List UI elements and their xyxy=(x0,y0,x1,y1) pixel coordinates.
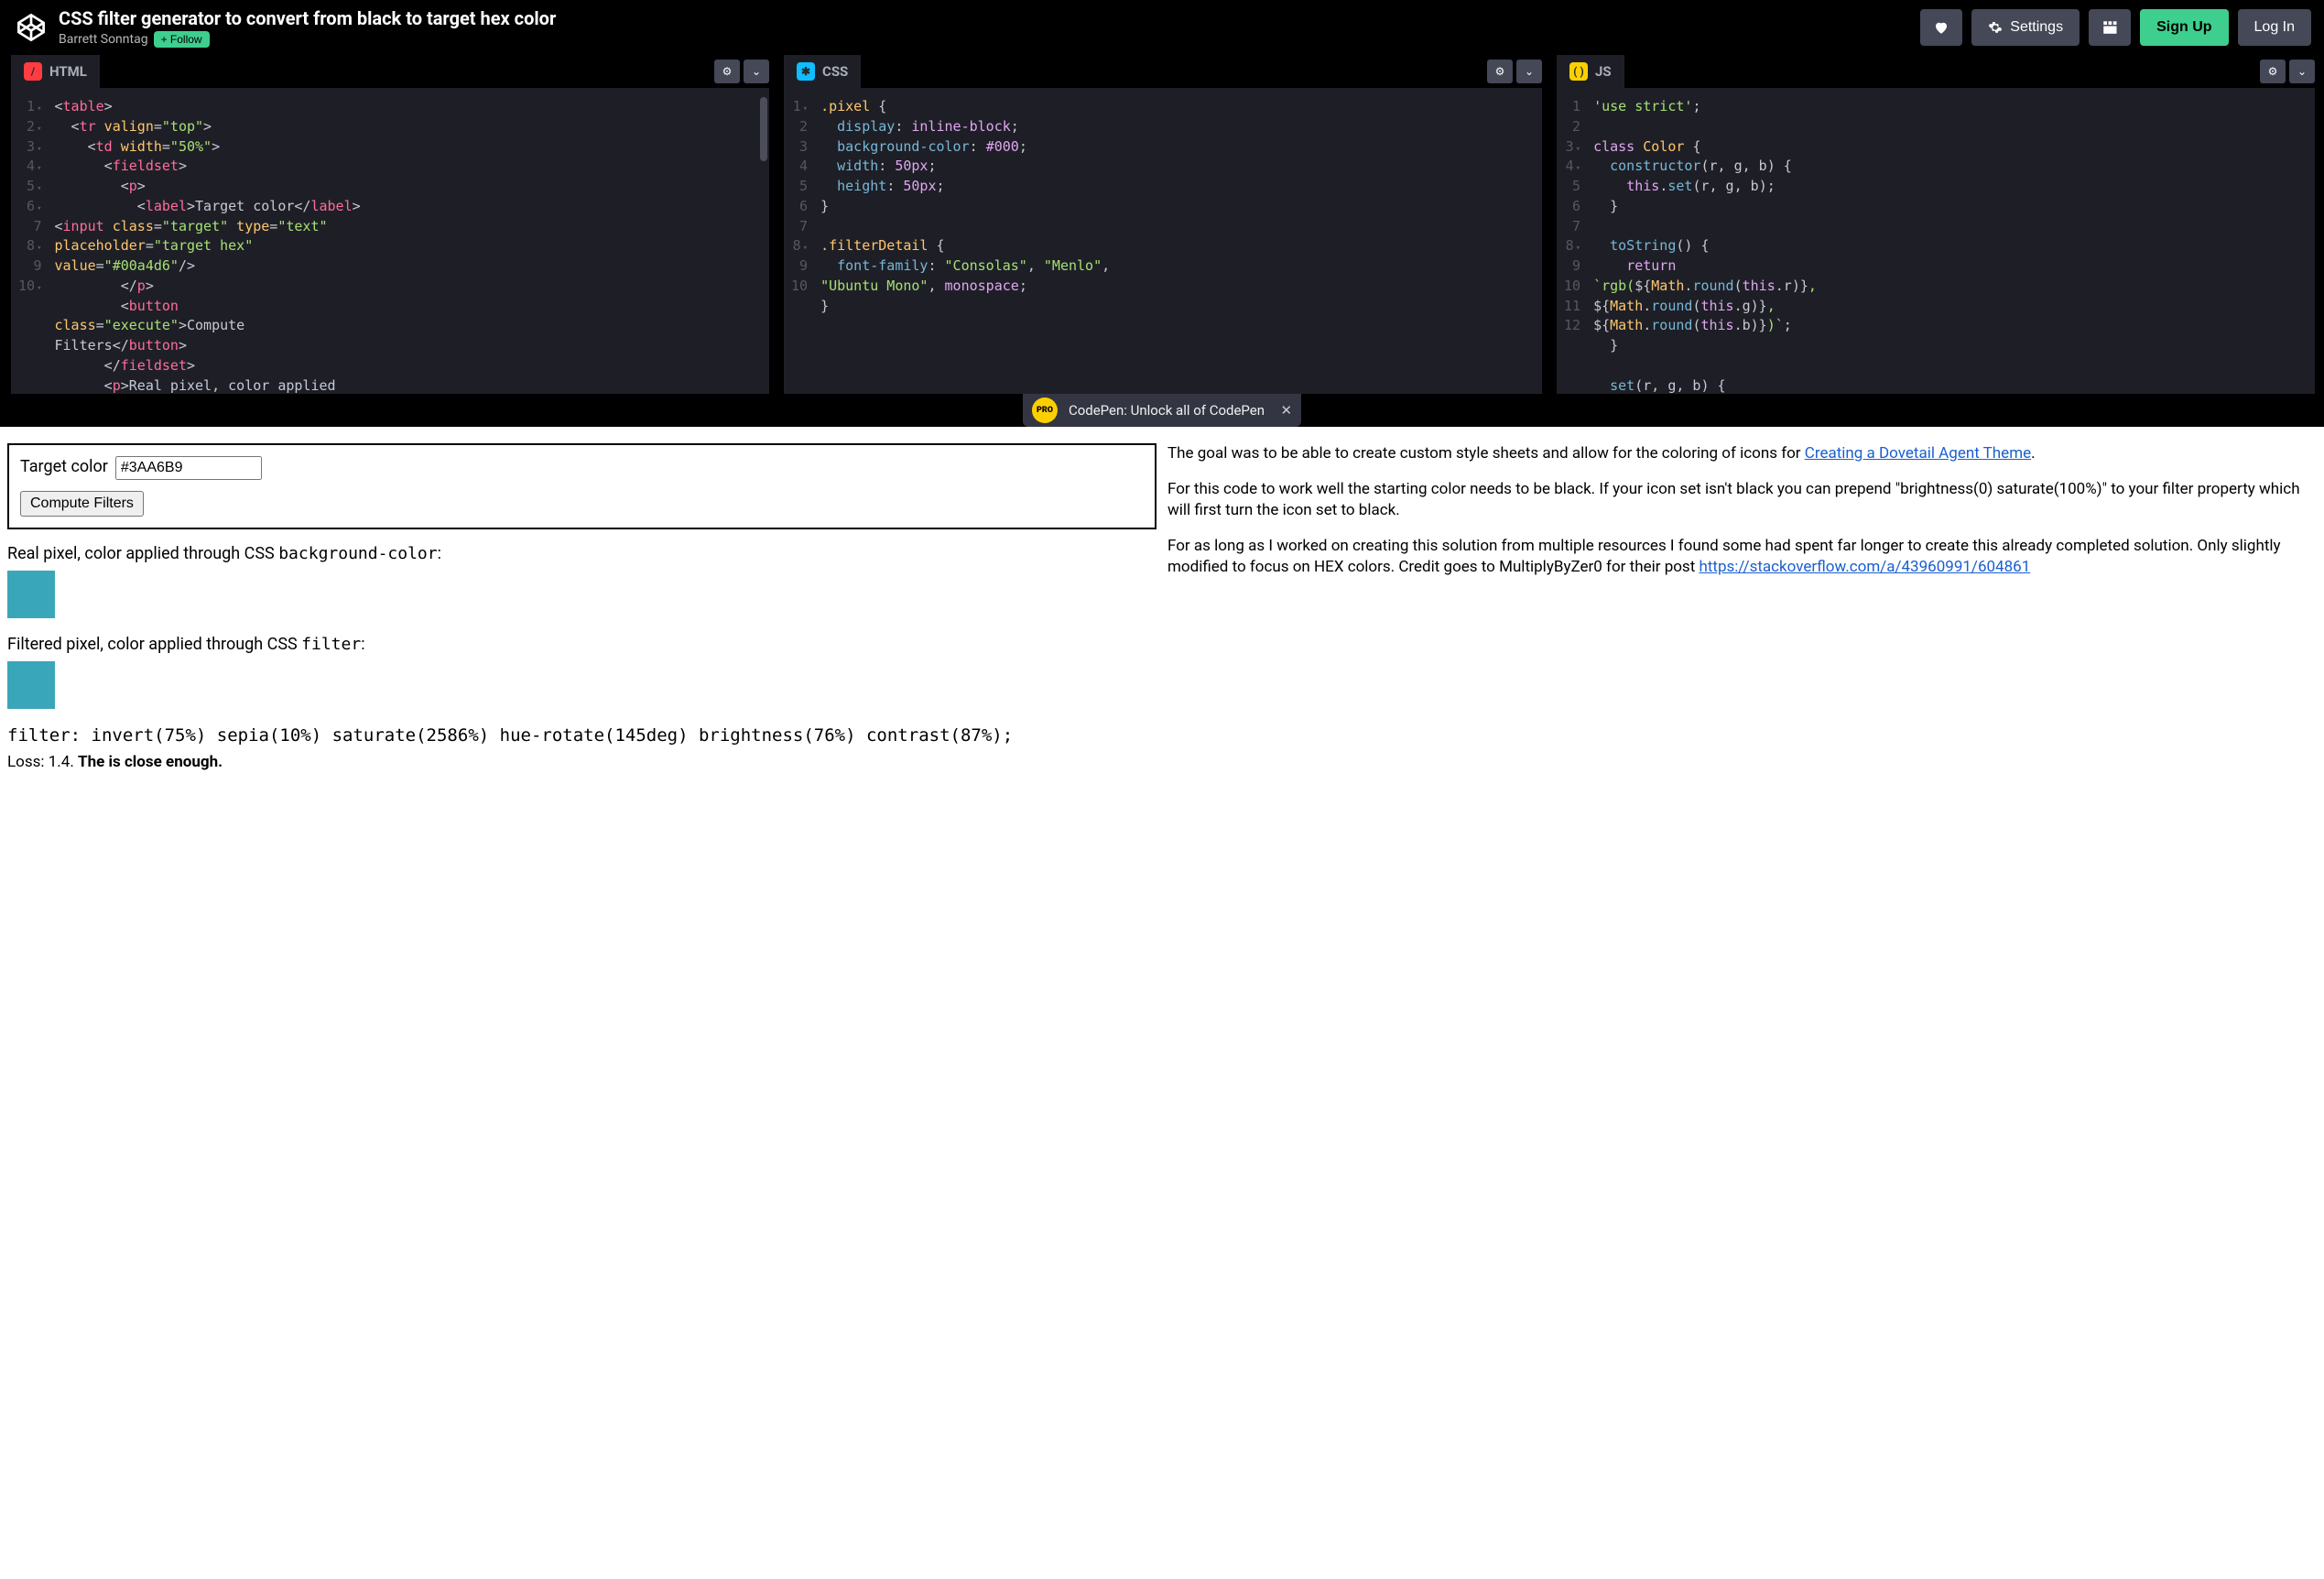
heart-icon xyxy=(1933,19,1949,36)
result-pane: Target color Compute Filters Real pixel,… xyxy=(0,427,2324,782)
gear-icon: ⚙ xyxy=(722,65,733,78)
layout-icon xyxy=(2101,19,2118,36)
login-button[interactable]: Log In xyxy=(2238,9,2311,46)
panel-settings-button[interactable]: ⚙ xyxy=(2260,60,2286,83)
panel-dropdown-button[interactable]: ⌄ xyxy=(744,60,769,83)
gutter-js: 123456789 101112 xyxy=(1557,88,1590,394)
css-badge-icon: ✱ xyxy=(797,62,815,81)
gutter-css: 123456789 10 xyxy=(784,88,817,394)
follow-button[interactable]: + Follow xyxy=(154,31,210,48)
panel-label: HTML xyxy=(49,63,87,80)
compute-filters-button[interactable]: Compute Filters xyxy=(20,491,144,517)
description-paragraph: For as long as I worked on creating this… xyxy=(1167,536,2317,578)
real-pixel-label: Real pixel, color applied through CSS ba… xyxy=(7,544,1157,563)
panel-js: ( ) JS ⚙ ⌄ 123456789 101112 'use strict'… xyxy=(1557,55,2315,394)
gear-icon xyxy=(1988,20,2003,35)
chevron-down-icon: ⌄ xyxy=(2297,65,2307,78)
tab-js[interactable]: ( ) JS xyxy=(1557,55,1624,88)
panel-html: / HTML ⚙ ⌄ 123456 78 910 <table> <tr val… xyxy=(11,55,769,394)
gear-icon: ⚙ xyxy=(2268,65,2278,78)
gear-icon: ⚙ xyxy=(1495,65,1505,78)
result-left-column: Target color Compute Filters Real pixel,… xyxy=(7,443,1157,771)
codepen-logo[interactable] xyxy=(13,9,49,46)
target-color-label: Target color xyxy=(20,457,108,476)
stackoverflow-link[interactable]: https://stackoverflow.com/a/43960991/604… xyxy=(1699,558,2030,576)
promo-pill[interactable]: PRO CodePen: Unlock all of CodePen ✕ xyxy=(1023,394,1301,427)
author-name[interactable]: Barrett Sonntag xyxy=(59,32,148,47)
chevron-down-icon: ⌄ xyxy=(1525,65,1534,78)
filtered-pixel-label: Filtered pixel, color applied through CS… xyxy=(7,635,1157,654)
html-badge-icon: / xyxy=(24,62,42,81)
gutter-html: 123456 78 910 xyxy=(11,88,50,394)
js-badge-icon: ( ) xyxy=(1569,62,1588,81)
tab-css[interactable]: ✱ CSS xyxy=(784,55,861,88)
code-css: .pixel { display: inline-block; backgrou… xyxy=(817,88,1542,394)
chevron-down-icon: ⌄ xyxy=(752,65,761,78)
view-switcher-button[interactable] xyxy=(2089,9,2131,46)
target-color-input[interactable] xyxy=(115,456,262,480)
loss-output: Loss: 1.4. The is close enough. xyxy=(7,753,1157,771)
code-editor-css[interactable]: 123456789 10 .pixel { display: inline-bl… xyxy=(784,88,1542,394)
signup-button[interactable]: Sign Up xyxy=(2140,9,2228,46)
target-fieldset: Target color Compute Filters xyxy=(7,443,1157,529)
promo-text: CodePen: Unlock all of CodePen xyxy=(1069,402,1265,419)
filter-output: filter: invert(75%) sepia(10%) saturate(… xyxy=(7,725,1157,746)
editor-row: / HTML ⚙ ⌄ 123456 78 910 <table> <tr val… xyxy=(0,55,2324,394)
scrollbar-vertical[interactable] xyxy=(760,97,767,161)
logo-icon xyxy=(16,12,47,43)
pro-badge-icon: PRO xyxy=(1032,397,1058,423)
panel-settings-button[interactable]: ⚙ xyxy=(714,60,740,83)
panel-dropdown-button[interactable]: ⌄ xyxy=(1516,60,1542,83)
love-button[interactable] xyxy=(1920,9,1962,46)
real-pixel-swatch xyxy=(7,571,55,618)
code-editor-html[interactable]: 123456 78 910 <table> <tr valign="top"> … xyxy=(11,88,769,394)
dovetail-link[interactable]: Creating a Dovetail Agent Theme xyxy=(1805,444,2031,463)
result-right-column: The goal was to be able to create custom… xyxy=(1167,443,2317,771)
description-paragraph: The goal was to be able to create custom… xyxy=(1167,443,2317,464)
settings-label: Settings xyxy=(2010,19,2063,36)
pen-title: CSS filter generator to convert from bla… xyxy=(59,7,1920,29)
promo-bar: PRO CodePen: Unlock all of CodePen ✕ xyxy=(0,394,2324,427)
code-editor-js[interactable]: 123456789 101112 'use strict'; class Col… xyxy=(1557,88,2315,394)
code-html: <table> <tr valign="top"> <td width="50%… xyxy=(50,88,769,394)
panel-settings-button[interactable]: ⚙ xyxy=(1487,60,1513,83)
panel-label: JS xyxy=(1595,63,1612,80)
settings-button[interactable]: Settings xyxy=(1971,9,2080,46)
panel-label: CSS xyxy=(822,63,848,80)
description-paragraph: For this code to work well the starting … xyxy=(1167,479,2317,521)
panel-dropdown-button[interactable]: ⌄ xyxy=(2289,60,2315,83)
app-header: CSS filter generator to convert from bla… xyxy=(0,0,2324,55)
tab-html[interactable]: / HTML xyxy=(11,55,100,88)
close-icon[interactable]: ✕ xyxy=(1280,402,1292,419)
code-js: 'use strict'; class Color { constructor(… xyxy=(1590,88,2315,394)
panel-css: ✱ CSS ⚙ ⌄ 123456789 10 .pixel { display:… xyxy=(784,55,1542,394)
filtered-pixel-swatch xyxy=(7,661,55,709)
